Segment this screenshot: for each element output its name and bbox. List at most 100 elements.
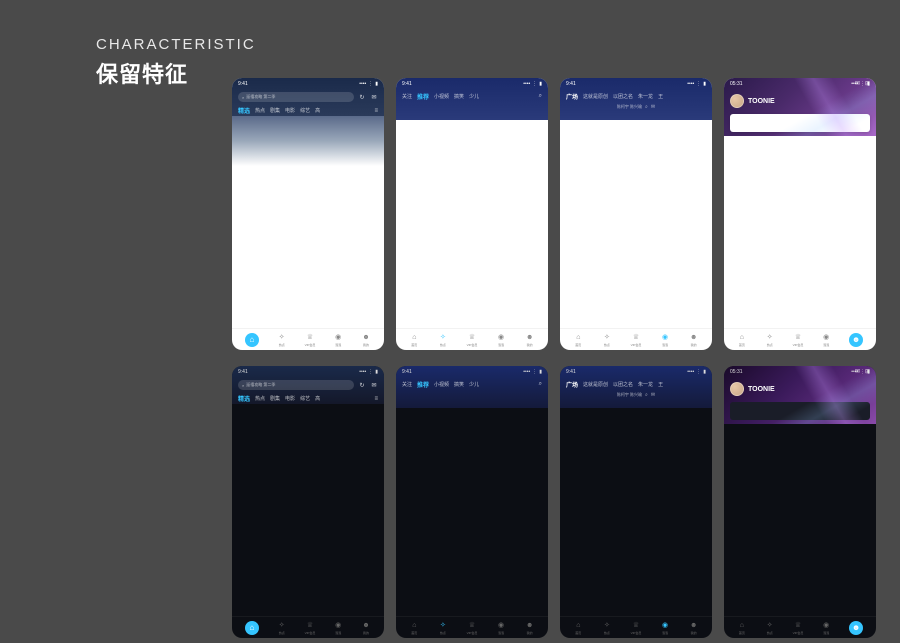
- nav-home[interactable]: ⌂首页: [409, 620, 419, 635]
- nav-profile[interactable]: ☻: [849, 333, 863, 347]
- nav-home[interactable]: ⌂首页: [573, 620, 583, 635]
- nav-home[interactable]: ⌂首页: [573, 332, 583, 347]
- tab-wang[interactable]: 王: [658, 93, 663, 100]
- search-icon[interactable]: ⌕: [539, 93, 542, 100]
- tab-hot[interactable]: 热点: [255, 107, 265, 114]
- nav-vip[interactable]: ♕VIP会员: [467, 332, 478, 347]
- nav-profile[interactable]: ☻我的: [689, 620, 699, 635]
- profile-card[interactable]: [730, 114, 870, 132]
- scan-icon[interactable]: ⊞: [865, 80, 870, 87]
- search-icon[interactable]: ⌕: [645, 392, 648, 398]
- home-icon: ⌂: [737, 620, 747, 630]
- nav-vip[interactable]: ♕VIP会员: [305, 332, 316, 347]
- tab-group[interactable]: 以团之名: [613, 93, 633, 100]
- tab-square[interactable]: 广场: [566, 92, 578, 101]
- msg-icon[interactable]: ✉: [651, 104, 655, 110]
- nav-bubble[interactable]: ◉泡泡: [496, 620, 506, 635]
- nav-bubble[interactable]: ◉泡泡: [496, 332, 506, 347]
- search-icon[interactable]: ⌕: [645, 104, 648, 110]
- search-input[interactable]: ⌕ 延禧攻略 第二季: [238, 92, 354, 102]
- tab-square[interactable]: 广场: [566, 380, 578, 389]
- msg-icon[interactable]: ✉: [855, 368, 860, 375]
- tab-series[interactable]: 剧集: [270, 395, 280, 402]
- nav-hot[interactable]: ✧热点: [277, 620, 287, 635]
- tab-movie[interactable]: 电影: [285, 395, 295, 402]
- tab-funny[interactable]: 搞笑: [454, 381, 464, 388]
- tab-original[interactable]: 这就是原创: [583, 93, 608, 100]
- nav-bubble[interactable]: ◉泡泡: [821, 332, 831, 347]
- scan-icon[interactable]: ⊞: [865, 368, 870, 375]
- nav-vip[interactable]: ♕VIP会员: [631, 620, 642, 635]
- tab-recommend[interactable]: 推荐: [417, 92, 429, 101]
- tab-variety[interactable]: 综艺: [300, 107, 310, 114]
- tab-shortvideo[interactable]: 小视频: [434, 93, 449, 100]
- tab-funny[interactable]: 搞笑: [454, 93, 464, 100]
- tab-hot[interactable]: 热点: [255, 395, 265, 402]
- bubble-icon: ◉: [660, 620, 670, 630]
- nav-home[interactable]: ⌂: [245, 333, 259, 347]
- tab-original[interactable]: 这就是原创: [583, 381, 608, 388]
- nav-hot[interactable]: ✧热点: [277, 332, 287, 347]
- tab-featured[interactable]: 精选: [238, 106, 250, 115]
- more-icon[interactable]: ≡: [374, 108, 378, 114]
- status-time: 05:31: [730, 81, 743, 87]
- nav-profile[interactable]: ☻我的: [361, 332, 371, 347]
- more-icon[interactable]: ≡: [374, 396, 378, 402]
- nav-home[interactable]: ⌂首页: [737, 332, 747, 347]
- tab-wang[interactable]: 王: [658, 381, 663, 388]
- nav-hot[interactable]: ✧热点: [765, 332, 775, 347]
- nav-vip[interactable]: ♕VIP会员: [793, 620, 804, 635]
- nav-home[interactable]: ⌂首页: [409, 332, 419, 347]
- nav-home[interactable]: ⌂首页: [737, 620, 747, 635]
- signal-icon: ••••: [359, 369, 366, 375]
- nav-hot[interactable]: ✧热点: [438, 332, 448, 347]
- avatar[interactable]: [730, 382, 744, 396]
- tab-follow[interactable]: 关注: [402, 93, 412, 100]
- nav-vip[interactable]: ♕VIP会员: [631, 332, 642, 347]
- tab-follow[interactable]: 关注: [402, 381, 412, 388]
- tab-movie[interactable]: 电影: [285, 107, 295, 114]
- nav-vip[interactable]: ♕VIP会员: [793, 332, 804, 347]
- history-icon[interactable]: ↻: [358, 381, 366, 389]
- msg-icon[interactable]: ✉: [370, 93, 378, 101]
- tab-kids[interactable]: 少儿: [469, 381, 479, 388]
- tab-group[interactable]: 以团之名: [613, 381, 633, 388]
- nav-bubble[interactable]: ◉泡泡: [660, 332, 670, 347]
- tab-zhu[interactable]: 朱一龙: [638, 93, 653, 100]
- nav-hot[interactable]: ✧热点: [438, 620, 448, 635]
- nav-profile[interactable]: ☻我的: [361, 620, 371, 635]
- tab-featured[interactable]: 精选: [238, 394, 250, 403]
- nav-profile[interactable]: ☻我的: [689, 332, 699, 347]
- nav-hot[interactable]: ✧热点: [602, 332, 612, 347]
- nav-home[interactable]: ⌂: [245, 621, 259, 635]
- avatar[interactable]: [730, 94, 744, 108]
- search-icon[interactable]: ⌕: [539, 381, 542, 388]
- msg-icon[interactable]: ✉: [370, 381, 378, 389]
- nav-vip[interactable]: ♕VIP会员: [467, 620, 478, 635]
- tab-kids[interactable]: 少儿: [469, 93, 479, 100]
- profile-card[interactable]: [730, 402, 870, 420]
- tab-variety[interactable]: 综艺: [300, 395, 310, 402]
- tab-zhu[interactable]: 朱一龙: [638, 381, 653, 388]
- nav-profile[interactable]: ☻我的: [525, 620, 535, 635]
- nav-bubble[interactable]: ◉泡泡: [333, 620, 343, 635]
- tab-more[interactable]: 高: [315, 395, 320, 402]
- nav-bubble[interactable]: ◉泡泡: [821, 620, 831, 635]
- nav-bubble[interactable]: ◉泡泡: [333, 332, 343, 347]
- nav-profile[interactable]: ☻我的: [525, 332, 535, 347]
- nav-bubble[interactable]: ◉泡泡: [660, 620, 670, 635]
- tab-shortvideo[interactable]: 小视频: [434, 381, 449, 388]
- nav-hot[interactable]: ✧热点: [765, 620, 775, 635]
- nav-profile[interactable]: ☻: [849, 621, 863, 635]
- search-input[interactable]: ⌕ 延禧攻略 第二季: [238, 380, 354, 390]
- username: TOONIE: [748, 98, 775, 105]
- history-icon[interactable]: ↻: [358, 93, 366, 101]
- tab-series[interactable]: 剧集: [270, 107, 280, 114]
- msg-icon[interactable]: ✉: [855, 80, 860, 87]
- nav-vip[interactable]: ♕VIP会员: [305, 620, 316, 635]
- msg-icon[interactable]: ✉: [651, 392, 655, 398]
- tab-more[interactable]: 高: [315, 107, 320, 114]
- user-icon: ☻: [689, 332, 699, 342]
- tab-recommend[interactable]: 推荐: [417, 380, 429, 389]
- nav-hot[interactable]: ✧热点: [602, 620, 612, 635]
